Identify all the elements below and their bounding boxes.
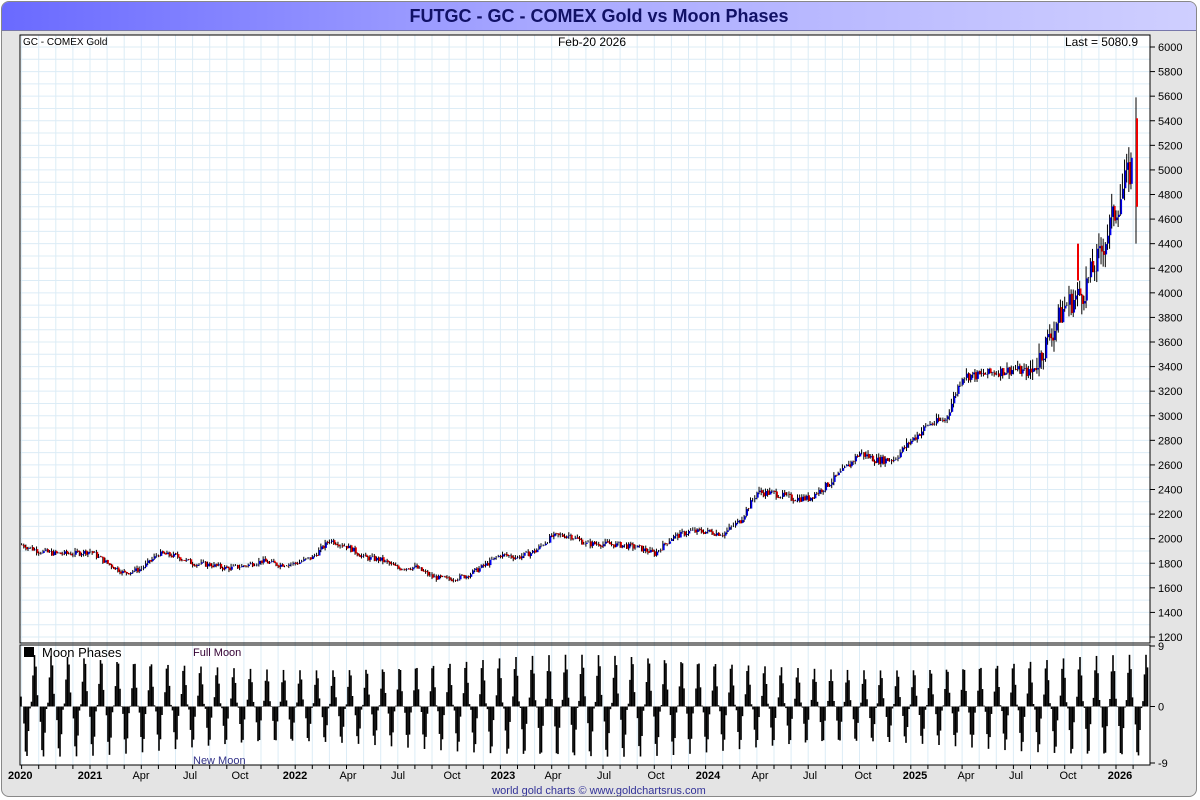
moon-y-tick-label: -9	[1158, 758, 1168, 770]
y-tick-label: 2200	[1158, 509, 1182, 521]
x-tick-label: Jul	[391, 770, 405, 782]
last-value-label: Last = 5080.9	[1065, 35, 1138, 49]
moon-legend-swatch	[24, 647, 34, 657]
y-tick-label: 5200	[1158, 140, 1182, 152]
y-tick-label: 4200	[1158, 263, 1182, 275]
plot-background	[20, 35, 1150, 765]
y-tick-label: 3800	[1158, 312, 1182, 324]
x-tick-label: Oct	[854, 770, 871, 782]
x-tick-label: Apr	[751, 770, 768, 782]
full-moon-label: Full Moon	[193, 647, 241, 659]
x-tick-label: Apr	[957, 770, 974, 782]
x-tick-label: Oct	[231, 770, 248, 782]
moon-legend-label: Moon Phases	[42, 645, 122, 660]
x-tick-label: Oct	[443, 770, 460, 782]
y-tick-label: 3000	[1158, 411, 1182, 423]
y-tick-label: 2000	[1158, 534, 1182, 546]
y-tick-label: 4400	[1158, 239, 1182, 251]
y-tick-label: 5000	[1158, 165, 1182, 177]
x-tick-label: 2024	[696, 770, 721, 782]
x-tick-label: Apr	[544, 770, 561, 782]
y-tick-label: 3600	[1158, 337, 1182, 349]
x-tick-label: Apr	[132, 770, 149, 782]
y-tick-label: 3200	[1158, 386, 1182, 398]
x-tick-label: 2023	[491, 770, 515, 782]
y-tick-label: 4600	[1158, 214, 1182, 226]
x-tick-label: 2021	[78, 770, 102, 782]
x-tick-label: 2025	[903, 770, 927, 782]
y-tick-label: 4800	[1158, 190, 1182, 202]
x-tick-label: Apr	[339, 770, 356, 782]
x-tick-label: 2022	[283, 770, 307, 782]
y-tick-label: 2400	[1158, 485, 1182, 497]
y-tick-label: 1800	[1158, 558, 1182, 570]
y-tick-label: 5400	[1158, 116, 1182, 128]
y-tick-label: 6000	[1158, 42, 1182, 54]
price-panel-title: GC - COMEX Gold	[23, 37, 107, 48]
x-tick-label: 2026	[1108, 770, 1132, 782]
date-label: Feb-20 2026	[558, 35, 626, 49]
x-tick-label: Oct	[647, 770, 664, 782]
y-tick-label: 3400	[1158, 362, 1182, 374]
gold-moon-chart: 1200140016001800200022002400260028003000…	[8, 34, 1182, 782]
y-tick-label: 4000	[1158, 288, 1182, 300]
y-tick-label: 5600	[1158, 91, 1182, 103]
x-tick-label: Jul	[803, 770, 817, 782]
x-tick-label: Jul	[183, 770, 197, 782]
x-tick-label: 2020	[8, 770, 32, 782]
moon-y-tick-label: 9	[1158, 641, 1164, 653]
new-moon-label: New Moon	[193, 755, 246, 767]
x-tick-label: Jul	[1009, 770, 1023, 782]
y-tick-label: 1400	[1158, 607, 1182, 619]
moon-y-tick-label: 0	[1158, 702, 1164, 714]
y-tick-label: 2800	[1158, 435, 1182, 447]
x-tick-label: Oct	[1059, 770, 1076, 782]
y-tick-label: 1600	[1158, 583, 1182, 595]
y-tick-label: 5800	[1158, 67, 1182, 79]
x-tick-label: Jul	[597, 770, 611, 782]
y-tick-label: 2600	[1158, 460, 1182, 472]
